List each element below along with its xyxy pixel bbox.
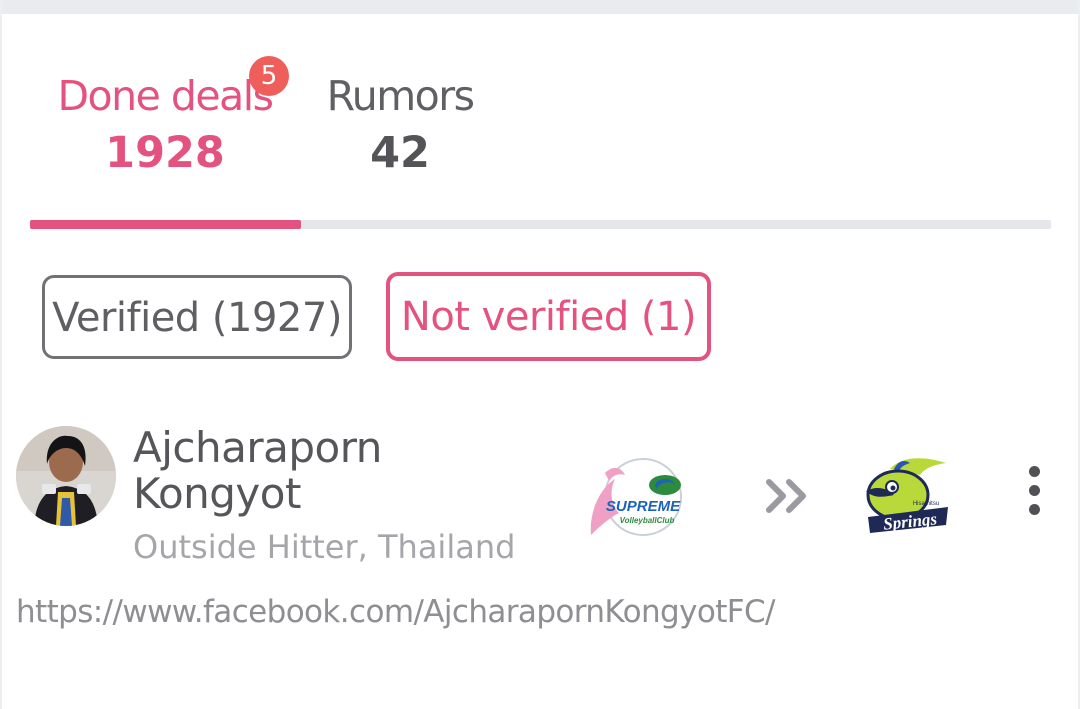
tab-done-deals-count: 1928 — [105, 128, 225, 178]
springs-club-logo-icon: Springs Hisamitsu — [866, 458, 948, 534]
source-link[interactable]: https://www.facebook.com/AjcharapornKong… — [16, 592, 775, 632]
transfer-arrow-icon — [765, 478, 811, 514]
more-options-icon[interactable] — [1020, 466, 1048, 522]
tab-indicator-active — [30, 220, 301, 229]
player-name-last[interactable]: Kongyot — [133, 471, 301, 517]
supreme-club-logo-icon: SUPREME VolleyballClub — [590, 458, 682, 536]
tab-rumors[interactable]: Rumors 42 — [300, 72, 500, 178]
tab-rumors-label: Rumors — [326, 72, 475, 120]
left-edge — [0, 0, 2, 709]
notification-badge: 5 — [249, 56, 289, 96]
springs-logo-subtext: Hisamitsu — [913, 501, 939, 507]
player-avatar[interactable] — [16, 426, 116, 526]
supreme-logo-text: SUPREME — [606, 498, 681, 515]
status-bar — [0, 0, 1080, 14]
filter-not-verified-button[interactable]: Not verified (1) — [386, 272, 711, 361]
player-name-first[interactable]: Ajcharaporn — [133, 425, 382, 471]
tab-rumors-count: 42 — [370, 128, 430, 178]
player-position: Outside Hitter, Thailand — [133, 528, 516, 566]
to-club-logo[interactable]: Springs Hisamitsu — [860, 455, 952, 540]
supreme-logo-subtext: VolleyballClub — [620, 516, 675, 525]
player-photo — [16, 426, 116, 526]
from-club-logo[interactable]: SUPREME VolleyballClub — [585, 455, 695, 540]
filter-verified-button[interactable]: Verified (1927) — [42, 275, 352, 359]
tab-indicator-track — [30, 220, 1051, 229]
